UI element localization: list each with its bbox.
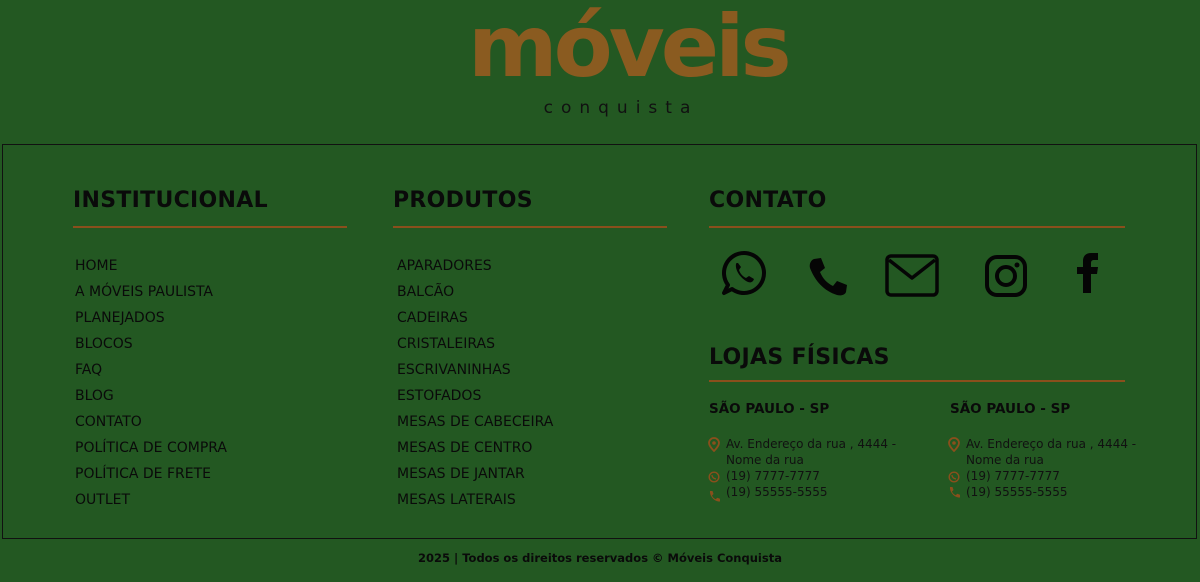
institucional-links: HOME A MÓVEIS PAULISTA PLANEJADOS BLOCOS… bbox=[75, 257, 227, 517]
store-1-address: Av. Endereço da rua , 4444 - Nome da rua bbox=[726, 437, 897, 467]
product-link-cristaleiras[interactable]: CRISTALEIRAS bbox=[397, 335, 553, 361]
product-link-estofados[interactable]: ESTOFADOS bbox=[397, 387, 553, 413]
phone-small-icon bbox=[949, 487, 960, 498]
whatsapp-small-icon bbox=[948, 471, 960, 483]
footer-link-outlet[interactable]: OUTLET bbox=[75, 491, 227, 517]
contato-title: CONTATO bbox=[709, 188, 827, 213]
produtos-links: APARADORES BALCÃO CADEIRAS CRISTALEIRAS … bbox=[397, 257, 553, 517]
brand-logo[interactable]: móveis conquista bbox=[0, 4, 1200, 128]
product-link-mesas-cabeceira[interactable]: MESAS DE CABECEIRA bbox=[397, 413, 553, 439]
location-pin-icon bbox=[708, 437, 720, 452]
footer-link-home[interactable]: HOME bbox=[75, 257, 227, 283]
location-pin-icon bbox=[948, 437, 960, 452]
lojas-divider bbox=[709, 380, 1125, 382]
produtos-divider bbox=[393, 226, 667, 228]
lojas-title: LOJAS FÍSICAS bbox=[709, 345, 890, 370]
footer-link-planejados[interactable]: PLANEJADOS bbox=[75, 309, 227, 335]
product-link-balcao[interactable]: BALCÃO bbox=[397, 283, 553, 309]
store-1-phone[interactable]: (19) 55555-5555 bbox=[726, 484, 828, 500]
store-1-whatsapp[interactable]: (19) 7777-7777 bbox=[726, 468, 820, 484]
phone-small-icon bbox=[709, 491, 720, 502]
produtos-title: PRODUTOS bbox=[393, 188, 533, 213]
institucional-divider bbox=[73, 226, 347, 228]
footer-link-contato[interactable]: CONTATO bbox=[75, 413, 227, 439]
product-link-mesas-jantar[interactable]: MESAS DE JANTAR bbox=[397, 465, 553, 491]
footer-link-politica-frete[interactable]: POLÍTICA DE FRETE bbox=[75, 465, 227, 491]
store-2-whatsapp[interactable]: (19) 7777-7777 bbox=[966, 468, 1060, 484]
footer-link-blocos[interactable]: BLOCOS bbox=[75, 335, 227, 361]
footer-link-faq[interactable]: FAQ bbox=[75, 361, 227, 387]
store-2-title: SÃO PAULO - SP bbox=[950, 401, 1071, 417]
facebook-icon[interactable] bbox=[1074, 252, 1102, 294]
footer-link-a-moveis-paulista[interactable]: A MÓVEIS PAULISTA bbox=[75, 283, 227, 309]
phone-icon[interactable] bbox=[807, 255, 849, 297]
store-2-address: Av. Endereço da rua , 4444 - Nome da rua bbox=[966, 437, 1137, 467]
instagram-icon[interactable] bbox=[984, 254, 1028, 298]
product-link-mesas-centro[interactable]: MESAS DE CENTRO bbox=[397, 439, 553, 465]
logo-subtitle: conquista bbox=[543, 98, 699, 118]
store-1-title: SÃO PAULO - SP bbox=[709, 401, 830, 417]
institucional-title: INSTITUCIONAL bbox=[73, 188, 268, 213]
product-link-mesas-laterais[interactable]: MESAS LATERAIS bbox=[397, 491, 553, 517]
footer-link-blog[interactable]: BLOG bbox=[75, 387, 227, 413]
contato-divider bbox=[709, 226, 1125, 228]
copyright-text: 2025 | Todos os direitos reservados © Mó… bbox=[418, 551, 782, 565]
product-link-aparadores[interactable]: APARADORES bbox=[397, 257, 553, 283]
whatsapp-small-icon bbox=[708, 471, 720, 483]
mail-icon[interactable] bbox=[885, 254, 939, 297]
product-link-cadeiras[interactable]: CADEIRAS bbox=[397, 309, 553, 335]
logo-wordmark: móveis bbox=[468, 0, 792, 97]
store-2-phone[interactable]: (19) 55555-5555 bbox=[966, 484, 1068, 500]
whatsapp-icon[interactable] bbox=[721, 250, 767, 296]
footer-link-politica-compra[interactable]: POLÍTICA DE COMPRA bbox=[75, 439, 227, 465]
product-link-escrivaninhas[interactable]: ESCRIVANINHAS bbox=[397, 361, 553, 387]
